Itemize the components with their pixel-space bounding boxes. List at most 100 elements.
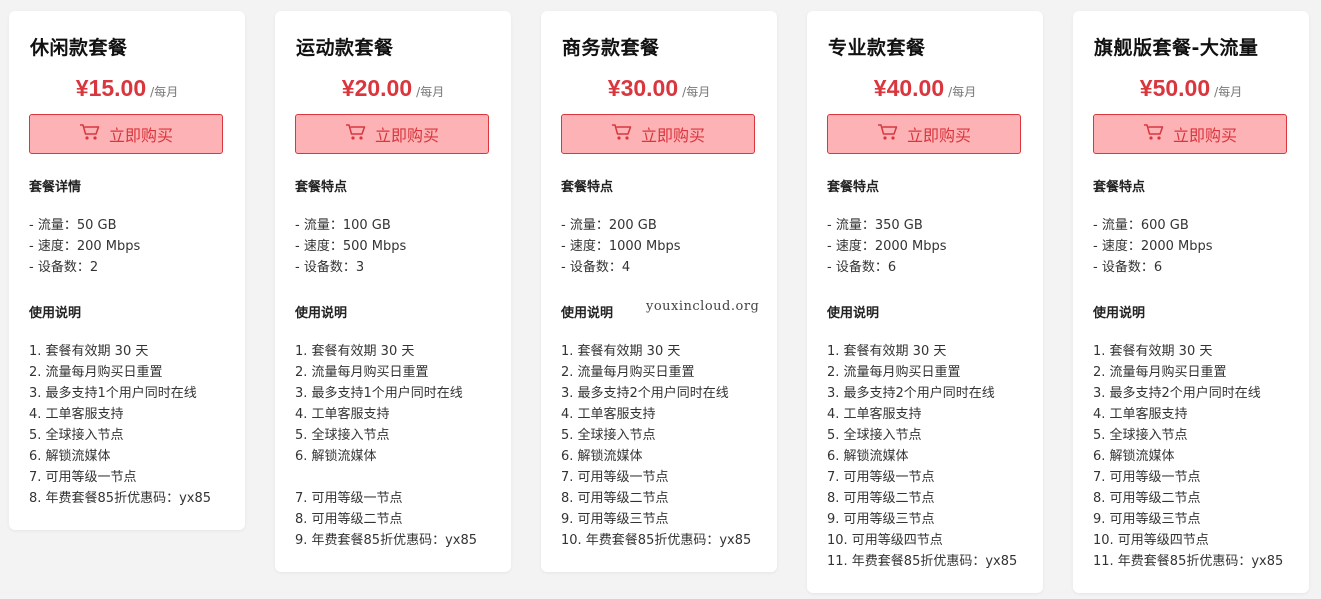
- usage-item: 4. 工单客服支持: [1093, 407, 1188, 422]
- usage-item: 9. 可用等级三节点: [827, 512, 935, 527]
- usage-item: 7. 可用等级一节点: [295, 491, 403, 506]
- feature-item: - 速度：500 Mbps: [295, 239, 407, 254]
- plan-title: 专业款套餐: [828, 37, 926, 59]
- buy-now-label: 立即购买: [374, 126, 439, 145]
- plan-card-flagship: 旗舰版套餐-大流量 ¥50.00/每月 立即购买 套餐特点 - 流量：600 G…: [1073, 11, 1309, 593]
- usage-item: 10. 年费套餐85折优惠码：yx85: [561, 533, 752, 548]
- usage-heading: 使用说明: [827, 306, 880, 321]
- usage-item: 1. 套餐有效期 30 天: [29, 344, 149, 359]
- usage-item: 4. 工单客服支持: [295, 407, 390, 422]
- usage-heading: 使用说明: [29, 306, 82, 321]
- cart-icon: [79, 123, 109, 145]
- usage-item: 6. 解锁流媒体: [561, 449, 643, 464]
- usage-item: 5. 全球接入节点: [29, 428, 124, 443]
- feature-list: - 流量：100 GB - 速度：500 Mbps - 设备数：3: [295, 215, 406, 278]
- plan-price: ¥20.00: [341, 75, 413, 101]
- buy-now-button[interactable]: 立即购买: [295, 114, 489, 154]
- feature-heading: 套餐特点: [295, 180, 348, 195]
- feature-item: - 设备数：2: [29, 260, 99, 275]
- buy-now-button[interactable]: 立即购买: [827, 114, 1021, 154]
- buy-now-label: 立即购买: [906, 126, 971, 145]
- usage-item: 4. 工单客服支持: [561, 407, 656, 422]
- usage-item: 4. 工单客服支持: [827, 407, 922, 422]
- usage-item: 3. 最多支持2个用户同时在线: [1093, 386, 1261, 401]
- usage-item: 5. 全球接入节点: [1093, 428, 1188, 443]
- usage-item: 2. 流量每月购买日重置: [29, 365, 163, 380]
- plan-period: /每月: [1214, 85, 1243, 99]
- pricing-cards: 休闲款套餐 ¥15.00/每月 立即购买 套餐详情 - 流量：50 GB - 速…: [0, 0, 1321, 599]
- plan-price: ¥30.00: [607, 75, 679, 101]
- feature-heading: 套餐详情: [29, 180, 82, 195]
- usage-heading: 使用说明: [295, 306, 348, 321]
- usage-item: 5. 全球接入节点: [561, 428, 656, 443]
- feature-item: - 速度：2000 Mbps: [1093, 239, 1213, 254]
- usage-item: 7. 可用等级一节点: [29, 470, 137, 485]
- plan-card-pro: 专业款套餐 ¥40.00/每月 立即购买 套餐特点 - 流量：350 GB - …: [807, 11, 1043, 593]
- buy-now-label: 立即购买: [108, 126, 173, 145]
- plan-card-leisure: 休闲款套餐 ¥15.00/每月 立即购买 套餐详情 - 流量：50 GB - 速…: [9, 11, 245, 530]
- usage-item: 6. 解锁流媒体: [1093, 449, 1175, 464]
- usage-heading: 使用说明: [561, 306, 614, 321]
- feature-item: - 设备数：6: [1093, 260, 1163, 275]
- cart-icon: [611, 123, 641, 145]
- feature-item: - 速度：200 Mbps: [29, 239, 141, 254]
- price-row: ¥40.00/每月: [807, 75, 1043, 102]
- feature-heading: 套餐特点: [827, 180, 880, 195]
- usage-item: 3. 最多支持2个用户同时在线: [561, 386, 729, 401]
- feature-item: - 速度：1000 Mbps: [561, 239, 681, 254]
- usage-spacer: [295, 467, 477, 488]
- feature-item: - 速度：2000 Mbps: [827, 239, 947, 254]
- usage-list: 1. 套餐有效期 30 天 2. 流量每月购买日重置 3. 最多支持1个用户同时…: [29, 341, 211, 509]
- plan-title: 休闲款套餐: [30, 37, 128, 59]
- usage-item: 7. 可用等级一节点: [561, 470, 669, 485]
- usage-item: 9. 可用等级三节点: [561, 512, 669, 527]
- usage-item: 11. 年费套餐85折优惠码：yx85: [1093, 554, 1284, 569]
- usage-list: 1. 套餐有效期 30 天 2. 流量每月购买日重置 3. 最多支持1个用户同时…: [295, 341, 477, 551]
- usage-item: 2. 流量每月购买日重置: [561, 365, 695, 380]
- usage-list: 1. 套餐有效期 30 天 2. 流量每月购买日重置 3. 最多支持2个用户同时…: [827, 341, 1017, 572]
- feature-list: - 流量：50 GB - 速度：200 Mbps - 设备数：2: [29, 215, 140, 278]
- usage-item: 4. 工单客服支持: [29, 407, 124, 422]
- cart-icon: [877, 123, 907, 145]
- usage-item: 3. 最多支持1个用户同时在线: [295, 386, 463, 401]
- usage-item: 11. 年费套餐85折优惠码：yx85: [827, 554, 1018, 569]
- usage-list: 1. 套餐有效期 30 天 2. 流量每月购买日重置 3. 最多支持2个用户同时…: [1093, 341, 1283, 572]
- price-row: ¥15.00/每月: [9, 75, 245, 102]
- usage-item: 2. 流量每月购买日重置: [1093, 365, 1227, 380]
- usage-item: 9. 可用等级三节点: [1093, 512, 1201, 527]
- buy-now-button[interactable]: 立即购买: [561, 114, 755, 154]
- usage-item: 6. 解锁流媒体: [29, 449, 111, 464]
- plan-period: /每月: [150, 85, 179, 99]
- usage-list: 1. 套餐有效期 30 天 2. 流量每月购买日重置 3. 最多支持2个用户同时…: [561, 341, 751, 551]
- plan-card-business: 商务款套餐 ¥30.00/每月 立即购买 套餐特点 - 流量：200 GB - …: [541, 11, 777, 572]
- usage-item: 3. 最多支持1个用户同时在线: [29, 386, 197, 401]
- feature-item: - 设备数：6: [827, 260, 897, 275]
- plan-price: ¥50.00: [1139, 75, 1211, 101]
- buy-now-button[interactable]: 立即购买: [1093, 114, 1287, 154]
- plan-price: ¥40.00: [873, 75, 945, 101]
- usage-item: 10. 可用等级四节点: [827, 533, 943, 548]
- usage-item: 1. 套餐有效期 30 天: [295, 344, 415, 359]
- buy-now-button[interactable]: 立即购买: [29, 114, 223, 154]
- feature-heading: 套餐特点: [1093, 180, 1146, 195]
- usage-item: 8. 可用等级二节点: [1093, 491, 1201, 506]
- usage-item: 1. 套餐有效期 30 天: [827, 344, 947, 359]
- feature-item: - 流量：100 GB: [295, 218, 391, 233]
- buy-now-label: 立即购买: [640, 126, 705, 145]
- price-row: ¥50.00/每月: [1073, 75, 1309, 102]
- price-row: ¥30.00/每月: [541, 75, 777, 102]
- plan-card-sport: 运动款套餐 ¥20.00/每月 立即购买 套餐特点 - 流量：100 GB - …: [275, 11, 511, 572]
- usage-item: 8. 可用等级二节点: [827, 491, 935, 506]
- feature-item: - 设备数：3: [295, 260, 365, 275]
- price-row: ¥20.00/每月: [275, 75, 511, 102]
- plan-title: 旗舰版套餐-大流量: [1094, 37, 1259, 59]
- usage-heading: 使用说明: [1093, 306, 1146, 321]
- cart-icon: [1143, 123, 1173, 145]
- usage-item: 10. 可用等级四节点: [1093, 533, 1209, 548]
- feature-item: - 流量：350 GB: [827, 218, 923, 233]
- feature-item: - 流量：600 GB: [1093, 218, 1189, 233]
- usage-item: 8. 可用等级二节点: [561, 491, 669, 506]
- plan-title: 运动款套餐: [296, 37, 394, 59]
- usage-item: 1. 套餐有效期 30 天: [1093, 344, 1213, 359]
- feature-item: - 流量：50 GB: [29, 218, 117, 233]
